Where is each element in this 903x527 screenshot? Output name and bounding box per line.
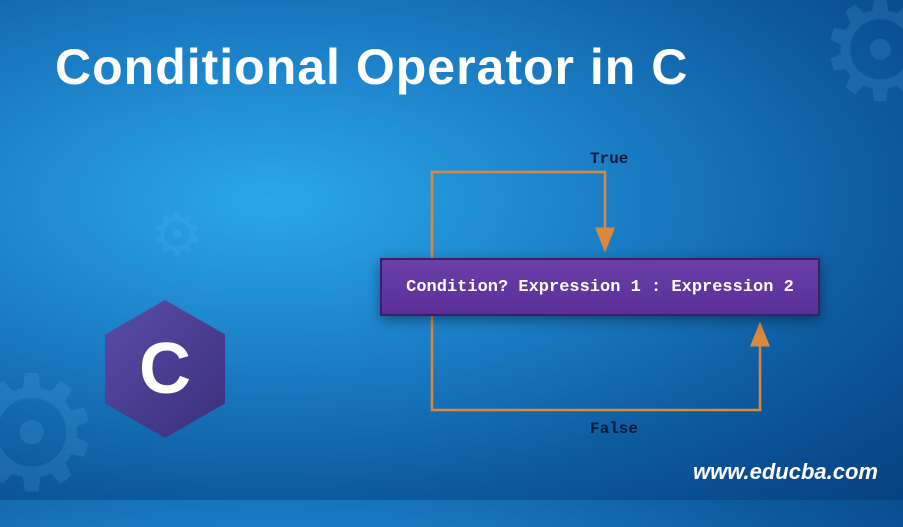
website-url: www.educba.com — [693, 459, 878, 485]
false-label: False — [590, 420, 638, 438]
spacer — [508, 278, 518, 297]
gear-icon: ⚙ — [150, 200, 204, 270]
expr1-text: Expression 1 — [518, 278, 640, 297]
gear-icon: ⚙ — [0, 340, 103, 527]
separator: : — [641, 278, 672, 297]
expression-box: Condition? Expression 1 : Expression 2 — [380, 258, 820, 316]
logo-letter: C — [139, 328, 191, 410]
condition-text: Condition? — [406, 278, 508, 297]
true-label: True — [590, 150, 628, 168]
gear-icon: ⚙ — [817, 0, 903, 133]
hexagon-shape: C — [105, 300, 225, 438]
expr2-text: Expression 2 — [671, 278, 793, 297]
c-language-logo: C — [105, 300, 225, 438]
page-title: Conditional Operator in C — [55, 38, 688, 96]
conditional-diagram: True False Condition? Expression 1 : Exp… — [360, 150, 850, 450]
